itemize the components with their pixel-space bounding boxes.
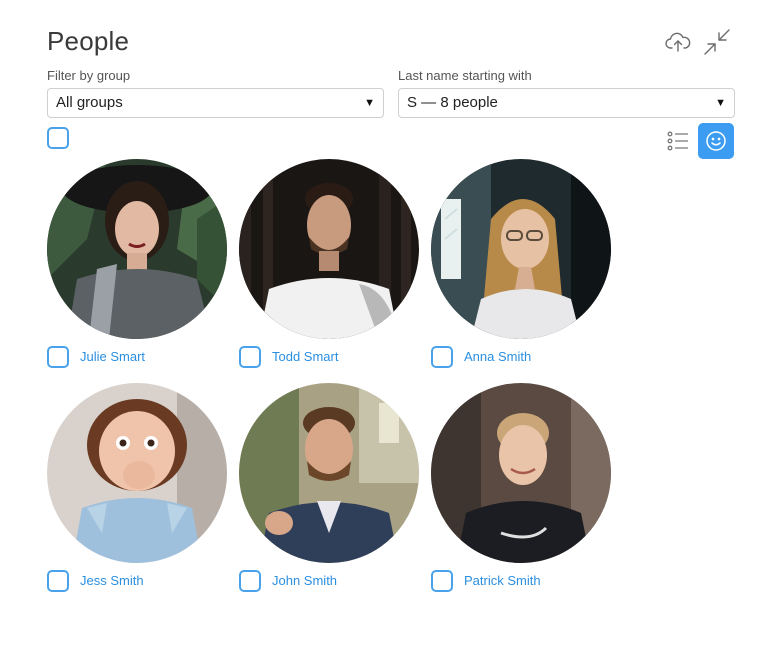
person-checkbox[interactable] [431, 346, 453, 368]
person-card: Jess Smith [47, 383, 227, 592]
list-view-icon[interactable] [664, 126, 692, 156]
person-name[interactable]: Anna Smith [464, 349, 531, 364]
person-checkbox[interactable] [239, 346, 261, 368]
person-photo[interactable] [431, 159, 611, 339]
person-card: Anna Smith [431, 159, 611, 368]
lastname-filter-label: Last name starting with [398, 68, 532, 83]
collapse-arrows-icon[interactable] [703, 28, 731, 56]
person-checkbox[interactable] [431, 570, 453, 592]
person-card: John Smith [239, 383, 419, 592]
person-card: Patrick Smith [431, 383, 611, 592]
person-card: Julie Smart [47, 159, 227, 368]
lastname-filter-value: S — 8 people [407, 94, 498, 111]
person-name[interactable]: Julie Smart [80, 349, 145, 364]
person-photo[interactable] [239, 159, 419, 339]
person-card: Todd Smart [239, 159, 419, 368]
person-name[interactable]: John Smith [272, 573, 337, 588]
page-title: People [47, 26, 130, 56]
person-name[interactable]: Todd Smart [272, 349, 338, 364]
person-checkbox[interactable] [239, 570, 261, 592]
person-photo[interactable] [47, 159, 227, 339]
dropdown-caret-icon: ▼ [715, 97, 726, 109]
group-filter-label: Filter by group [47, 68, 131, 83]
cloud-upload-icon[interactable] [664, 28, 692, 56]
group-filter-select[interactable]: All groups ▼ [47, 88, 384, 118]
person-photo[interactable] [431, 383, 611, 563]
group-filter-value: All groups [56, 94, 123, 111]
person-photo[interactable] [47, 383, 227, 563]
person-name[interactable]: Jess Smith [80, 573, 144, 588]
person-photo[interactable] [239, 383, 419, 563]
person-checkbox[interactable] [47, 570, 69, 592]
person-name[interactable]: Patrick Smith [464, 573, 541, 588]
dropdown-caret-icon: ▼ [364, 97, 375, 109]
face-grid-view-icon[interactable] [698, 123, 734, 159]
select-all-checkbox[interactable] [47, 127, 69, 149]
person-checkbox[interactable] [47, 346, 69, 368]
lastname-filter-select[interactable]: S — 8 people ▼ [398, 88, 735, 118]
